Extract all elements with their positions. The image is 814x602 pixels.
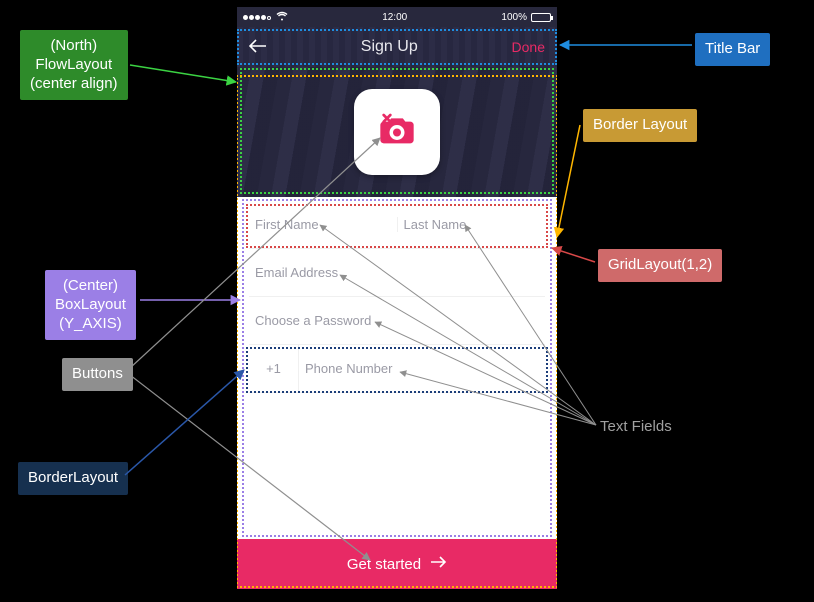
page-title: Sign Up — [361, 38, 418, 56]
title-bar: Sign Up Done — [237, 27, 557, 67]
battery-icon — [531, 13, 551, 22]
battery-percent: 100% — [501, 12, 527, 23]
label-titlebar: Title Bar — [695, 33, 770, 66]
phone-mockup: 12:00 100% Sign Up Done First Name Last … — [237, 7, 557, 589]
first-name-field[interactable]: First Name — [249, 217, 398, 232]
status-time: 12:00 — [382, 12, 407, 23]
password-field[interactable]: Choose a Password — [249, 297, 545, 345]
done-button[interactable]: Done — [512, 39, 545, 55]
hero-area — [237, 67, 557, 197]
signup-form: First Name Last Name Email Address Choos… — [237, 197, 557, 393]
last-name-field[interactable]: Last Name — [398, 217, 546, 232]
arrow-right-icon — [431, 555, 447, 573]
name-row: First Name Last Name — [249, 201, 545, 249]
get-started-button[interactable]: Get started — [237, 539, 557, 589]
country-code-picker[interactable]: +1 — [249, 345, 299, 392]
label-borderlayout-left: BorderLayout — [18, 462, 128, 495]
label-borderlayout-right: Border Layout — [583, 109, 697, 142]
label-boxlayout: (Center) BoxLayout (Y_AXIS) — [45, 270, 136, 340]
camera-icon — [377, 110, 417, 155]
wifi-icon — [276, 11, 288, 24]
cta-label: Get started — [347, 556, 421, 573]
status-bar: 12:00 100% — [237, 7, 557, 27]
signal-dots-icon — [243, 12, 272, 23]
email-field[interactable]: Email Address — [249, 249, 545, 297]
label-textfields: Text Fields — [600, 418, 672, 435]
phone-row: +1 Phone Number — [249, 345, 545, 393]
label-buttons: Buttons — [62, 358, 133, 391]
label-flowlayout: (North) FlowLayout (center align) — [20, 30, 128, 100]
back-arrow-icon[interactable] — [249, 37, 267, 58]
photo-button[interactable] — [354, 89, 440, 175]
phone-field[interactable]: Phone Number — [299, 361, 545, 376]
label-gridlayout: GridLayout(1,2) — [598, 249, 722, 282]
